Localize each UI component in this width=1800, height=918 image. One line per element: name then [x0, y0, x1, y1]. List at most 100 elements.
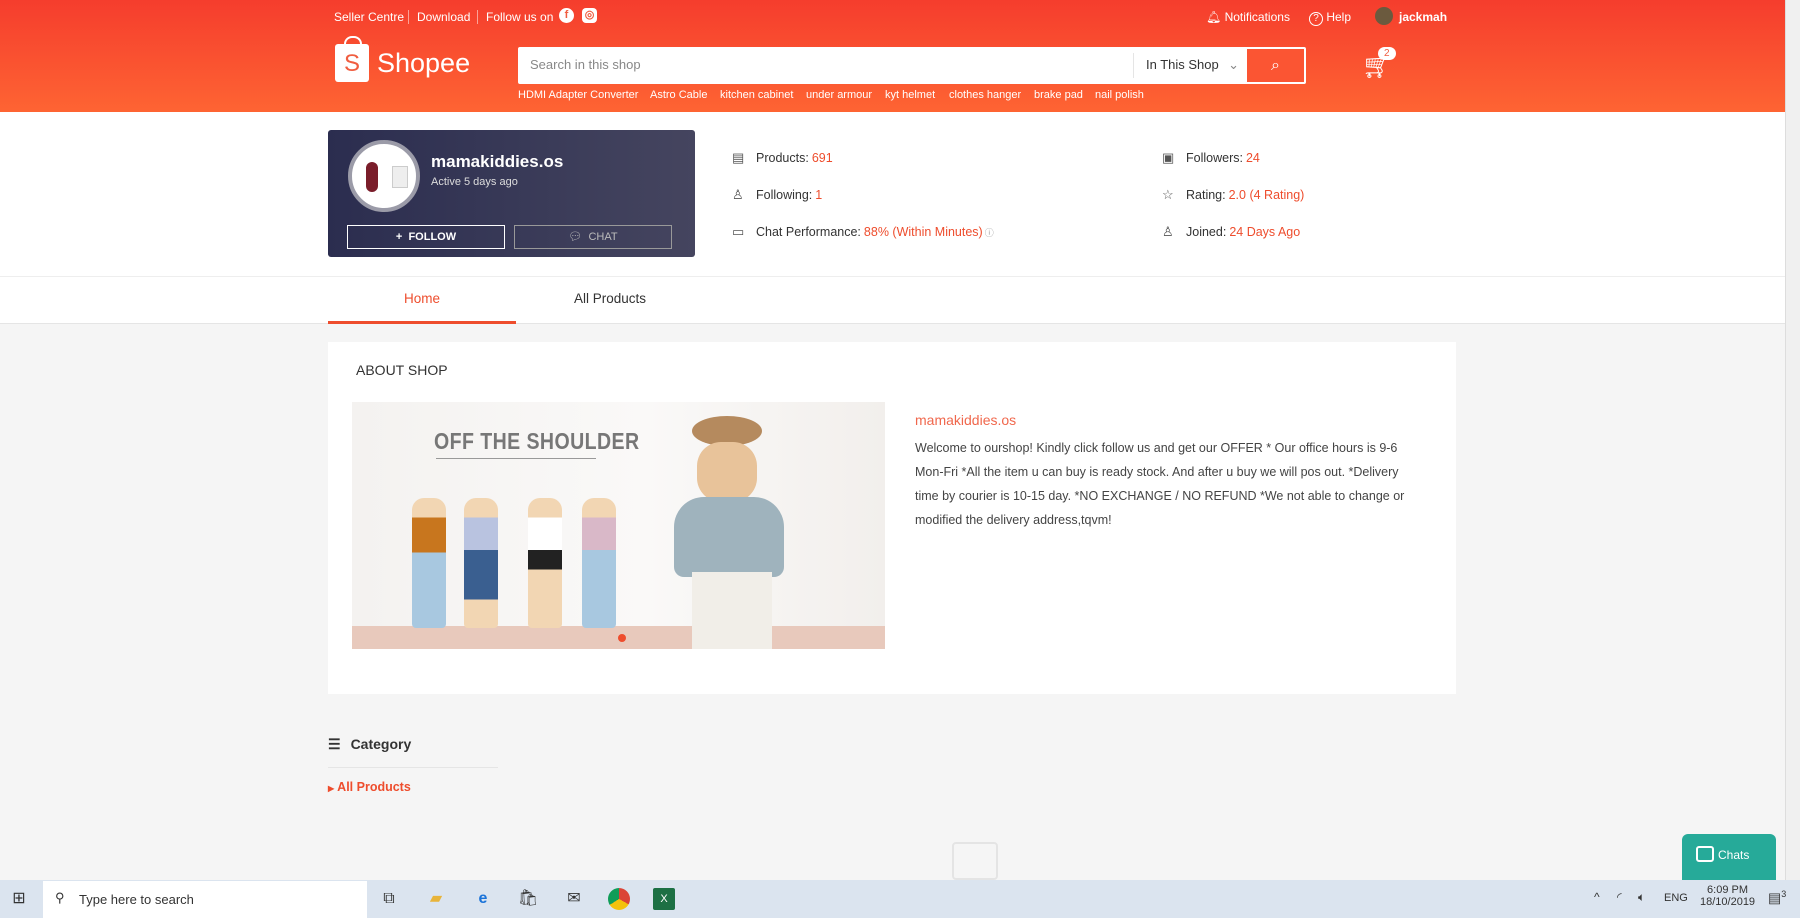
suggestion-link[interactable]: nail polish	[1095, 89, 1144, 101]
task-view-icon[interactable]: ⧉	[378, 888, 400, 910]
username[interactable]: jackmah	[1399, 10, 1447, 24]
chat-label: CHAT	[588, 231, 618, 243]
stat-products: ▤ Products: 691	[732, 150, 833, 166]
stat-label: Products:	[756, 151, 809, 165]
taskbar-search[interactable]: ⚲ Type here to search	[43, 881, 367, 918]
star-icon: ☆	[1162, 187, 1174, 202]
stat-chat-performance: ▭ Chat Performance: 88% (Within Minutes) ⓘ	[732, 224, 994, 240]
logo-text: Shopee	[377, 47, 471, 78]
category-title: Category	[350, 736, 412, 752]
edge-icon[interactable]: e	[472, 888, 494, 910]
suggestion-link[interactable]: HDMI Adapter Converter	[518, 89, 638, 101]
clock[interactable]: 6:09 PM 18/10/2019	[1700, 884, 1755, 908]
seller-centre-link[interactable]: Seller Centre	[334, 10, 404, 24]
stat-followers: ▣ Followers: 24	[1162, 150, 1260, 166]
stat-joined: ♙ Joined: 24 Days Ago	[1162, 224, 1300, 240]
clock-date: 18/10/2019	[1700, 896, 1756, 908]
windows-start-icon[interactable]: ⊞	[8, 888, 30, 910]
divider	[328, 767, 498, 768]
suggestion-link[interactable]: brake pad	[1034, 89, 1083, 101]
suggestion-link[interactable]: Astro Cable	[650, 89, 707, 101]
stat-value: 1	[815, 188, 823, 202]
chat-widget[interactable]: Chats	[1682, 834, 1776, 880]
facebook-icon[interactable]: f	[559, 8, 574, 23]
shop-header	[0, 112, 1785, 276]
model-figure	[412, 498, 446, 628]
taskbar-search-placeholder: Type here to search	[79, 892, 194, 907]
file-explorer-icon[interactable]: ▰	[425, 888, 447, 910]
info-icon[interactable]: ⓘ	[985, 226, 994, 239]
banner-headline: OFF THE SHOULDER	[434, 428, 640, 454]
model-pants	[692, 572, 772, 649]
list-icon: ☰	[328, 736, 341, 752]
language-indicator[interactable]: ENG	[1664, 892, 1688, 904]
notifications-label: Notifications	[1224, 10, 1290, 24]
follow-button[interactable]: + FOLLOW	[347, 225, 505, 249]
mail-icon[interactable]: ✉	[563, 888, 585, 910]
page-scrollbar[interactable]	[1785, 0, 1800, 880]
follow-label: FOLLOW	[408, 231, 457, 243]
search-scope-dropdown[interactable]: In This Shop ⌄	[1133, 53, 1247, 78]
divider	[477, 10, 478, 24]
stat-following: ♙ Following: 1	[732, 187, 822, 203]
stat-label: Following:	[756, 188, 813, 202]
notification-count: 3	[1781, 889, 1787, 899]
shop-active-status: Active 5 days ago	[431, 176, 518, 188]
followers-icon: ▣	[1162, 150, 1175, 165]
excel-icon[interactable]: X	[653, 888, 675, 910]
chevron-down-icon: ⌄	[1228, 57, 1239, 72]
notifications-link[interactable]: 🔔︎ Notifications	[1206, 10, 1290, 24]
category-item-all-products[interactable]: ▶ All Products	[328, 780, 498, 794]
chrome-icon[interactable]	[608, 888, 630, 910]
chat-button[interactable]: 💬︎ CHAT	[514, 225, 672, 249]
suggestion-link[interactable]: kyt helmet	[885, 89, 935, 101]
avatar-product	[392, 166, 408, 188]
stat-value: 88% (Within Minutes)	[863, 225, 983, 239]
shop-banner-image[interactable]: OFF THE SHOULDER	[352, 402, 885, 649]
carousel-dot[interactable]	[618, 634, 626, 642]
download-link[interactable]: Download	[417, 10, 470, 24]
tab-all-products[interactable]: All Products	[516, 277, 704, 324]
shopee-logo[interactable]: S Shopee	[335, 36, 471, 82]
scope-label: In This Shop	[1146, 57, 1219, 72]
suggestion-link[interactable]: kitchen cabinet	[720, 89, 793, 101]
store-icon[interactable]: 🛍︎	[517, 888, 539, 910]
model-figure	[528, 498, 562, 628]
chat-icon	[1696, 846, 1714, 862]
model-head	[697, 442, 757, 502]
wifi-icon[interactable]: ◜	[1617, 890, 1622, 904]
search-button[interactable]: ⌕	[1247, 49, 1304, 82]
divider	[408, 10, 409, 24]
search-input[interactable]	[530, 57, 1120, 72]
model-figure	[464, 498, 498, 628]
about-shop-name: mamakiddies.os	[915, 412, 1017, 428]
action-center-icon[interactable]: ▤3	[1768, 889, 1786, 907]
chat-widget-label: Chats	[1718, 848, 1750, 862]
volume-icon[interactable]: 🔈︎	[1638, 890, 1645, 905]
shop-name: mamakiddies.os	[431, 152, 564, 171]
stat-value: 24	[1245, 151, 1260, 165]
follow-us-label: Follow us on	[486, 10, 554, 24]
caret-right-icon: ▶	[328, 784, 335, 793]
search-icon: ⌕	[1271, 57, 1280, 74]
banner-rule	[436, 458, 596, 459]
help-icon: ?	[1309, 12, 1323, 26]
suggestion-link[interactable]: under armour	[806, 89, 872, 101]
stat-value: 691	[811, 151, 833, 165]
help-link[interactable]: ? Help	[1309, 10, 1351, 26]
category-sidebar: ☰ Category ▶ All Products	[328, 736, 498, 794]
instagram-icon[interactable]: ◎	[582, 8, 597, 23]
model-top	[674, 497, 784, 577]
avatar-figure	[366, 162, 378, 192]
bell-icon: 🔔︎	[1206, 10, 1222, 24]
chat-icon: 💬︎	[568, 231, 583, 243]
chevron-up-icon[interactable]: ^	[1594, 890, 1600, 904]
shop-card: mamakiddies.os Active 5 days ago + FOLLO…	[328, 130, 695, 257]
suggestion-link[interactable]: clothes hanger	[949, 89, 1021, 101]
user-avatar[interactable]	[1375, 7, 1393, 25]
stat-label: Rating:	[1186, 188, 1226, 202]
user-icon: ♙	[732, 187, 744, 202]
category-label: All Products	[337, 780, 411, 794]
about-title: ABOUT SHOP	[356, 362, 448, 378]
tab-home[interactable]: Home	[328, 277, 516, 324]
